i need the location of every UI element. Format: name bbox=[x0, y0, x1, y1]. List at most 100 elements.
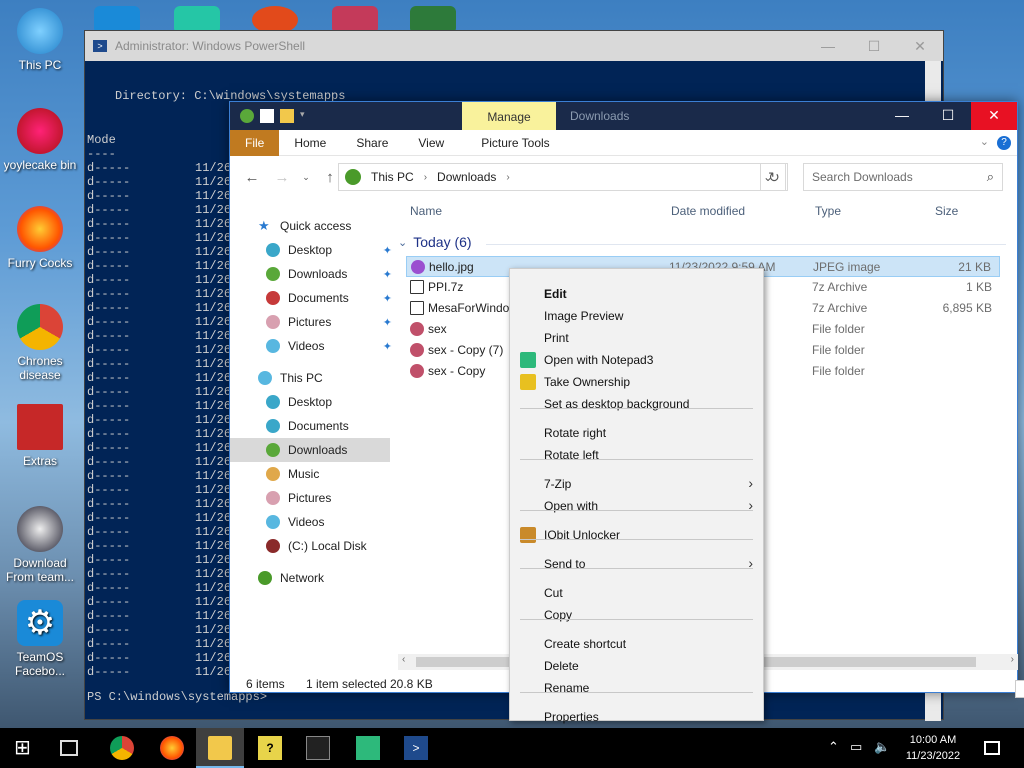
recent-locations-button[interactable]: ⌄ bbox=[294, 172, 318, 183]
file-explorer-taskbar-icon[interactable] bbox=[208, 736, 232, 760]
task-view-icon[interactable] bbox=[60, 740, 78, 756]
tab-share[interactable]: Share bbox=[341, 130, 403, 156]
properties-icon[interactable] bbox=[260, 109, 274, 123]
pin-icon[interactable]: ✦ bbox=[383, 268, 392, 281]
scroll-left-icon[interactable]: ‹ bbox=[402, 654, 405, 665]
nav-pc-local-disk[interactable]: (C:) Local Disk bbox=[230, 534, 390, 558]
nav-quick-videos[interactable]: Videos ✦ bbox=[230, 334, 392, 358]
column-name[interactable]: Name bbox=[410, 204, 442, 218]
nav-this-pc[interactable]: This PC bbox=[230, 366, 390, 390]
breadcrumb-separator-icon[interactable]: › bbox=[424, 172, 427, 183]
desktop-icon-chrome[interactable]: Chrones disease bbox=[0, 304, 80, 382]
desktop-icon-teamos[interactable]: ⚙ TeamOS Facebo... bbox=[0, 600, 80, 678]
column-size[interactable]: Size bbox=[935, 204, 958, 218]
nav-quick-desktop[interactable]: Desktop ✦ bbox=[230, 238, 392, 262]
desktop-icon-download[interactable]: Download From team... bbox=[0, 506, 80, 584]
menu-item-open-with-notepad3[interactable]: Open with Notepad3 bbox=[510, 349, 763, 371]
firefox-taskbar-icon[interactable] bbox=[160, 736, 184, 760]
nav-pc-pictures[interactable]: Pictures bbox=[230, 486, 390, 510]
nav-quick-downloads[interactable]: Downloads ✦ bbox=[230, 262, 392, 286]
nav-network[interactable]: Network bbox=[230, 566, 390, 590]
menu-item-create-shortcut[interactable]: Create shortcut bbox=[510, 633, 763, 655]
nav-label: This PC bbox=[280, 371, 323, 385]
breadcrumb-separator-icon[interactable]: › bbox=[506, 172, 509, 183]
menu-item-7-zip[interactable]: 7-Zip › bbox=[510, 473, 763, 495]
menu-item-print[interactable]: Print bbox=[510, 327, 763, 349]
large-icons-view-icon[interactable] bbox=[1015, 680, 1024, 698]
address-bar[interactable]: This PC › Downloads › ⌄ bbox=[338, 163, 786, 191]
notepad-taskbar-icon[interactable] bbox=[356, 736, 380, 760]
help-icon[interactable]: ? bbox=[997, 136, 1011, 150]
maximize-button[interactable]: ☐ bbox=[851, 38, 897, 55]
menu-item-edit[interactable]: Edit bbox=[510, 283, 763, 305]
breadcrumb-downloads[interactable]: Downloads bbox=[437, 170, 496, 184]
desktop-icon-firefox[interactable]: Furry Cocks bbox=[0, 206, 80, 270]
collapse-chevron-icon[interactable]: ⌄ bbox=[398, 236, 407, 249]
pin-icon[interactable]: ✦ bbox=[383, 316, 392, 329]
explorer-titlebar[interactable]: ▾ Manage Downloads — ☐ ✕ bbox=[230, 102, 1017, 130]
menu-item-iobit-unlocker[interactable]: IObit Unlocker bbox=[510, 524, 763, 546]
menu-item-rotate-right[interactable]: Rotate right bbox=[510, 422, 763, 444]
menu-item-set-as-desktop-background[interactable]: Set as desktop background bbox=[510, 393, 763, 415]
group-header[interactable]: ⌄ Today (6) bbox=[398, 234, 472, 250]
nav-quick-access[interactable]: ★ Quick access bbox=[230, 214, 390, 238]
minimize-button[interactable]: — bbox=[805, 38, 851, 55]
tab-view[interactable]: View bbox=[403, 130, 459, 156]
tab-file[interactable]: File bbox=[230, 129, 280, 156]
desktop-icon-extras[interactable]: Extras bbox=[0, 404, 80, 468]
new-folder-icon[interactable] bbox=[280, 109, 294, 123]
search-input[interactable]: Search Downloads ⌕ bbox=[803, 163, 1003, 191]
nav-pc-downloads[interactable]: Downloads bbox=[230, 438, 390, 462]
star-icon: ★ bbox=[258, 218, 270, 233]
tab-home[interactable]: Home bbox=[279, 130, 341, 156]
tab-picture-tools[interactable]: Picture Tools bbox=[459, 130, 564, 156]
nav-pc-documents[interactable]: Documents bbox=[230, 414, 390, 438]
close-button[interactable]: ✕ bbox=[897, 38, 943, 55]
show-hidden-icons-icon[interactable]: ⌃ bbox=[828, 739, 839, 755]
customize-arrow-icon[interactable]: ▾ bbox=[300, 109, 314, 123]
column-type[interactable]: Type bbox=[815, 204, 841, 218]
menu-item-send-to[interactable]: Send to › bbox=[510, 553, 763, 575]
refresh-button[interactable]: ↻ bbox=[760, 163, 788, 191]
menu-item-properties[interactable]: Properties bbox=[510, 706, 763, 728]
nav-quick-documents[interactable]: Documents ✦ bbox=[230, 286, 392, 310]
clock[interactable]: 10:00 AM 11/23/2022 bbox=[888, 732, 978, 764]
menu-item-copy[interactable]: Copy bbox=[510, 604, 763, 626]
breadcrumb-this-pc[interactable]: This PC bbox=[371, 170, 414, 184]
nav-pc-music[interactable]: Music bbox=[230, 462, 390, 486]
desktop-icon-recycle-bin[interactable]: yoylecake bin bbox=[0, 108, 80, 172]
nav-pc-videos[interactable]: Videos bbox=[230, 510, 390, 534]
menu-item-rotate-left[interactable]: Rotate left bbox=[510, 444, 763, 466]
network-tray-icon[interactable]: ▭ bbox=[850, 739, 862, 755]
nav-pc-desktop[interactable]: Desktop bbox=[230, 390, 390, 414]
menu-item-open-with[interactable]: Open with › bbox=[510, 495, 763, 517]
scroll-right-icon[interactable]: › bbox=[1011, 654, 1014, 665]
back-button[interactable]: ← bbox=[240, 169, 264, 186]
chrome-taskbar-icon[interactable] bbox=[110, 736, 134, 760]
terminal-taskbar-icon[interactable] bbox=[306, 736, 330, 760]
pin-icon[interactable]: ✦ bbox=[383, 292, 392, 305]
minimize-button[interactable]: — bbox=[879, 102, 925, 130]
menu-item-rename[interactable]: Rename bbox=[510, 677, 763, 699]
column-date-modified[interactable]: Date modified bbox=[671, 204, 745, 218]
powershell-titlebar[interactable]: > Administrator: Windows PowerShell — ☐ … bbox=[85, 31, 943, 61]
pin-icon[interactable]: ✦ bbox=[383, 340, 392, 353]
start-button[interactable]: ⊞ bbox=[14, 736, 38, 760]
menu-item-take-ownership[interactable]: Take Ownership bbox=[510, 371, 763, 393]
menu-item-delete[interactable]: Delete bbox=[510, 655, 763, 677]
pin-icon[interactable]: ✦ bbox=[383, 244, 392, 257]
tab-manage[interactable]: Manage bbox=[462, 102, 556, 130]
powershell-taskbar-icon[interactable]: > bbox=[404, 736, 428, 760]
maximize-button[interactable]: ☐ bbox=[925, 102, 971, 130]
expand-ribbon-icon[interactable]: ⌄ bbox=[980, 135, 989, 148]
nav-label: Pictures bbox=[288, 491, 332, 505]
forward-button[interactable]: → bbox=[270, 169, 294, 186]
desktop-icon-this-pc[interactable]: This PC bbox=[0, 8, 80, 72]
nav-quick-pictures[interactable]: Pictures ✦ bbox=[230, 310, 392, 334]
help-taskbar-icon[interactable]: ? bbox=[258, 736, 282, 760]
menu-item-image-preview[interactable]: Image Preview bbox=[510, 305, 763, 327]
notification-icon[interactable] bbox=[984, 741, 1000, 755]
menu-item-cut[interactable]: Cut bbox=[510, 582, 763, 604]
quick-access-globe-icon[interactable] bbox=[240, 109, 254, 123]
close-button[interactable]: ✕ bbox=[971, 102, 1017, 130]
